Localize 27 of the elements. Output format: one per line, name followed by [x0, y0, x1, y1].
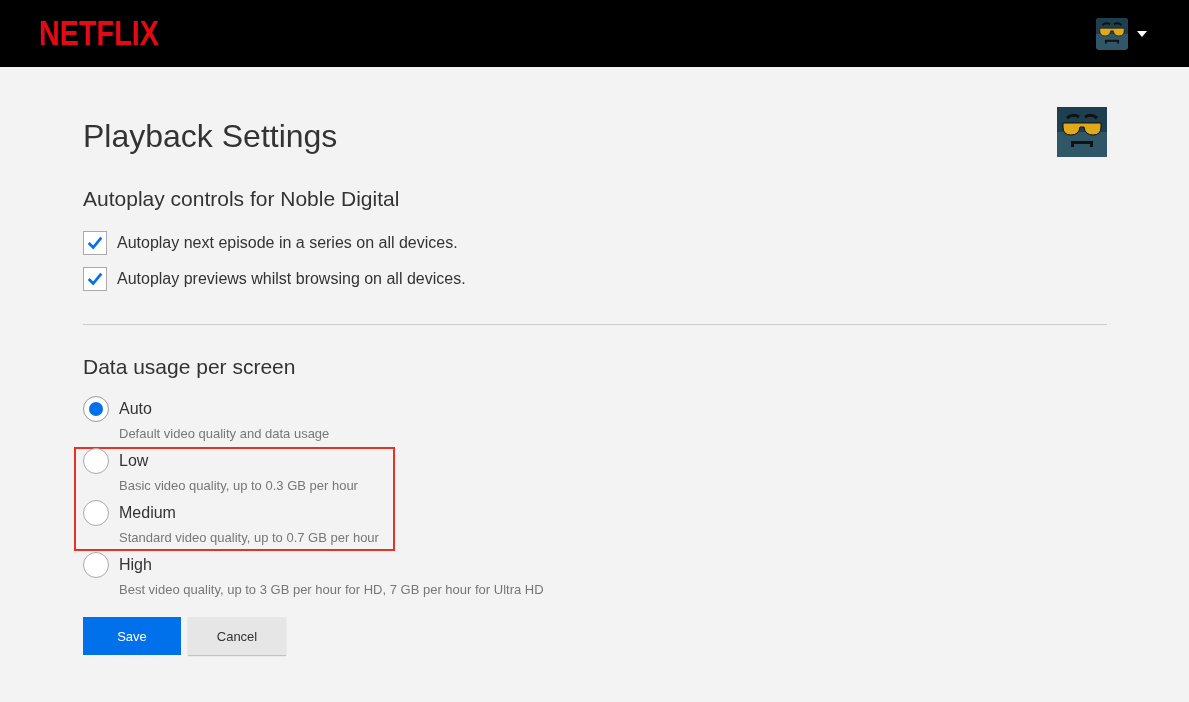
checkbox[interactable]: [83, 267, 107, 291]
radio-button[interactable]: [83, 552, 109, 578]
section-heading: Autoplay controls for Noble Digital: [83, 187, 401, 211]
action-button[interactable]: Save: [83, 617, 181, 655]
avatar-icon: [1057, 107, 1107, 157]
option-description: Basic video quality, up to 0.3 GB per hour: [119, 477, 358, 495]
option-label: Low: [119, 451, 150, 471]
radio-button[interactable]: [83, 396, 109, 422]
action-button[interactable]: Cancel: [188, 617, 286, 655]
option-row[interactable]: High Best video quality, up to 3 GB per hour for HD, 7 GB per hour for Ultra HD: [83, 555, 1107, 599]
checkbox-label: Autoplay previews whilst browsing on all devices.: [117, 270, 466, 288]
netflix-logo[interactable]: NETFLIX: [39, 16, 159, 51]
page-title: Playback Settings: [83, 118, 338, 155]
section-heading: Data usage per screen: [83, 355, 297, 379]
option-row[interactable]: Auto Default video quality and data usage: [83, 399, 1107, 443]
caret-icon[interactable]: [1137, 30, 1147, 37]
avatar-icon[interactable]: [1096, 17, 1128, 50]
option-description: Standard video quality, up to 0.7 GB per hour: [119, 529, 379, 547]
radio-button[interactable]: [83, 448, 109, 474]
radio-button[interactable]: [83, 500, 109, 526]
option-description: Best video quality, up to 3 GB per hour for HD, 7 GB per hour for Ultra HD: [119, 581, 544, 599]
option-description: Default video quality and data usage: [119, 425, 330, 443]
option-label: Medium: [119, 503, 177, 523]
option-label: High: [119, 555, 153, 575]
option-label: Auto: [119, 399, 153, 419]
checkbox[interactable]: [83, 231, 107, 255]
checkbox-label: Autoplay next episode in a series on all devices.: [117, 234, 458, 252]
